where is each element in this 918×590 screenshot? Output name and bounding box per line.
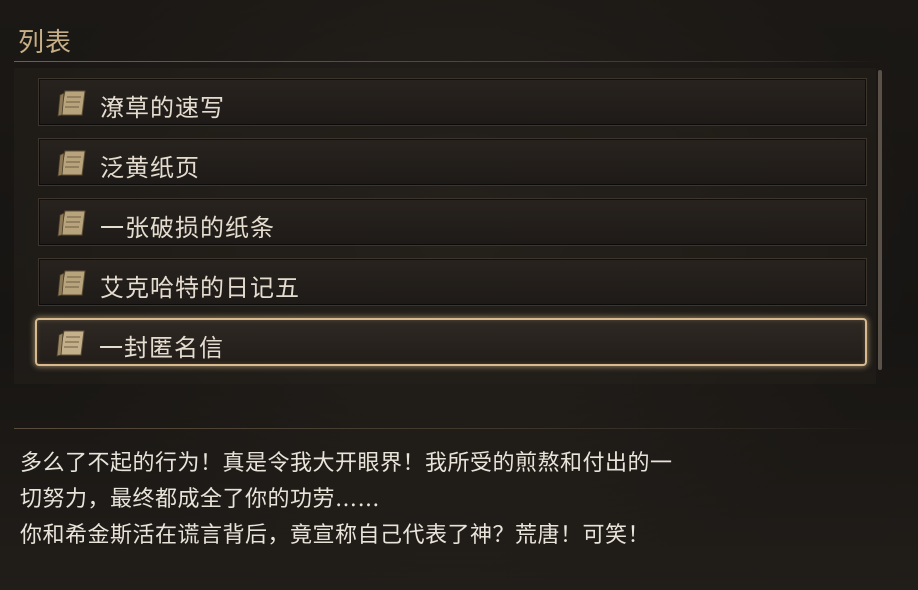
document-scroll-icon (57, 150, 86, 177)
list-item[interactable]: 艾克哈特的日记五 (38, 258, 867, 306)
description-line: 多么了不起的行为！真是令我大开眼界！我所受的煎熬和付出的一 (20, 451, 673, 476)
list-scrollbar[interactable] (878, 70, 882, 370)
list-item-label: 艾克哈特的日记五 (100, 274, 300, 302)
list-item[interactable]: 潦草的速写 (38, 78, 867, 126)
document-scroll-icon (57, 210, 86, 237)
description-divider (14, 428, 884, 429)
description-line: 切努力，最终都成全了你的功劳…… (20, 487, 381, 512)
document-list-panel: 列表 潦草的速写 泛黄纸页 一张破损的纸条 艾克哈特的日记五 一封匿名信 多么了… (0, 0, 918, 590)
document-scroll-icon (57, 270, 86, 297)
list-item-label: 一封匿名信 (99, 334, 224, 362)
list-item-label: 一张破损的纸条 (100, 214, 275, 242)
list-item-label: 泛黄纸页 (100, 154, 200, 182)
list-item-label: 潦草的速写 (100, 94, 225, 122)
document-description: 多么了不起的行为！真是令我大开眼界！我所受的煎熬和付出的一 切努力，最终都成全了… (20, 446, 900, 554)
description-line: 你和希金斯活在谎言背后，竟宣称自己代表了神？荒唐！可笑！ (20, 523, 651, 548)
page-title: 列表 (18, 28, 73, 58)
document-list: 潦草的速写 泛黄纸页 一张破损的纸条 艾克哈特的日记五 一封匿名信 (35, 78, 867, 378)
list-item[interactable]: 泛黄纸页 (38, 138, 867, 186)
list-item-selected[interactable]: 一封匿名信 (35, 318, 867, 366)
document-scroll-icon (56, 330, 85, 357)
list-item[interactable]: 一张破损的纸条 (38, 198, 867, 246)
header-divider (14, 61, 884, 62)
document-scroll-icon (57, 90, 86, 117)
